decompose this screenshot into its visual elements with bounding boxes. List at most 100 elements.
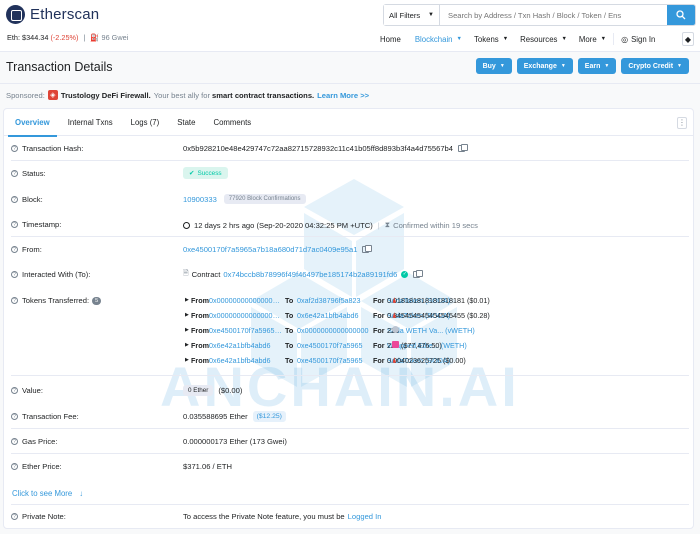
divider <box>0 83 700 84</box>
from-keyword: From <box>191 326 209 335</box>
buy-button[interactable]: Buy ▼ <box>475 58 512 74</box>
sponsored-label: Sponsored: <box>6 90 45 100</box>
transfer-to-link[interactable]: 0x6e42a1bfb4abd6 <box>297 311 369 320</box>
copy-icon[interactable] <box>458 143 468 152</box>
learn-more-link[interactable]: Learn More >> <box>317 91 369 100</box>
divider <box>11 504 689 505</box>
sponsored-banner: Sponsored: ◈ Trustology DeFi Firewall. Y… <box>6 90 369 100</box>
transfer-from-link[interactable]: 0x00000000000000000000000000000000000000… <box>209 296 283 305</box>
tab-bar: Overview Internal Txns Logs (7) State Co… <box>4 109 693 137</box>
tab-overview[interactable]: Overview <box>6 109 59 137</box>
copy-icon[interactable] <box>362 244 372 253</box>
interacted-row: ? Interacted With (To): <box>11 270 90 279</box>
help-icon[interactable]: ? <box>11 438 18 445</box>
nav-more[interactable]: More ▼ <box>579 35 606 44</box>
tokens-row: ? Tokens Transferred: 5 <box>11 296 102 305</box>
nav-blockchain[interactable]: Blockchain ▼ <box>415 35 462 44</box>
interacted-label: Interacted With (To): <box>22 270 91 279</box>
transfer-amount: 225 ($77,476.50) Wrapped Ethe... (WETH) <box>387 341 467 350</box>
click-to-see-more[interactable]: Click to see More ↓ <box>12 489 83 498</box>
filter-select[interactable]: All Filters ▼ <box>384 5 440 25</box>
copy-icon[interactable] <box>413 269 423 278</box>
timestamp-label: Timestamp: <box>22 220 62 229</box>
help-icon[interactable]: ? <box>11 297 18 304</box>
chevron-down-icon: ▼ <box>560 63 566 69</box>
divider <box>11 453 689 454</box>
help-icon[interactable]: ? <box>11 463 18 470</box>
transfer-to-link[interactable]: 0xaf2d38796f5a823 <box>297 296 369 305</box>
crypto-credit-button[interactable]: Crypto Credit ▼ <box>621 58 689 74</box>
to-keyword: To <box>285 311 294 320</box>
fee-usd: ($12.25) <box>252 411 286 422</box>
help-icon[interactable]: ? <box>11 387 18 394</box>
earn-button[interactable]: Earn ▼ <box>577 58 617 74</box>
tx-hash: 0x5b928210e48e429747c72aa82715728932c11c… <box>183 144 453 153</box>
ether-price-value: $371.06 / ETH <box>183 462 232 471</box>
status-row: ? Status: <box>11 169 46 178</box>
contract-prefix: Contract <box>191 270 221 279</box>
from-keyword: From <box>191 311 209 320</box>
for-keyword: For <box>373 326 385 335</box>
more-options-icon[interactable]: ⋮ <box>677 117 687 129</box>
block-label: Block: <box>22 195 43 204</box>
nav-home[interactable]: Home <box>380 35 401 44</box>
token-link[interactable]: Soda WETH Va... (vWETH) <box>387 326 475 335</box>
help-icon[interactable]: ? <box>11 196 18 203</box>
help-icon[interactable]: ? <box>11 413 18 420</box>
main-nav: Home Blockchain ▼ Tokens ▼ Resources ▼ More… <box>380 33 655 45</box>
user-icon: ◎ <box>621 34 629 44</box>
block-link[interactable]: 10900333 <box>183 195 217 204</box>
eth-price: $344.34 <box>22 33 49 42</box>
from-keyword: From <box>191 341 209 350</box>
divider <box>613 33 615 45</box>
value-value: 0 Ether ($0.00) <box>183 385 242 396</box>
gas-price-value: 0.000000173 Ether (173 Gwei) <box>183 437 287 446</box>
logo-text: Etherscan <box>30 6 100 23</box>
logged-in-link[interactable]: Logged In <box>348 512 382 521</box>
status-value: ✔ Success <box>183 167 228 179</box>
gas-price[interactable]: 96 Gwei <box>102 33 129 42</box>
chevron-down-icon: ▼ <box>428 12 434 18</box>
tab-logs[interactable]: Logs (7) <box>122 109 169 136</box>
help-icon[interactable]: ? <box>11 170 18 177</box>
nav-resources[interactable]: Resources ▼ <box>520 35 567 44</box>
help-icon[interactable]: ? <box>11 271 18 278</box>
logo[interactable]: Etherscan <box>6 5 99 24</box>
help-icon[interactable]: ? <box>11 246 18 253</box>
transfer-from-link[interactable]: 0x6e42a1bfb4abd6 <box>209 341 283 350</box>
caret-right-icon: ▶ <box>185 297 189 303</box>
transfer-from-link[interactable]: 0xe4500170f7a5965a7b18a680d71d7ac0409e95… <box>209 326 283 335</box>
help-icon[interactable]: ? <box>11 513 18 520</box>
divider <box>11 160 689 161</box>
value-ether: 0 Ether <box>183 385 214 396</box>
for-keyword: For <box>373 341 385 350</box>
transfer-to-link[interactable]: 0xe4500170f7a5965 <box>297 356 369 365</box>
transfer-to-link[interactable]: 0x0000000000000000 <box>297 326 369 335</box>
confirmed-within: Confirmed within 19 secs <box>393 220 478 230</box>
gas-icon: ⛽ <box>90 33 100 42</box>
contract-address-link[interactable]: 0x74bccb8b78996f49f46497be185174b2a89191… <box>223 270 397 279</box>
help-icon[interactable]: ? <box>11 145 18 152</box>
ethereum-network-icon[interactable]: ◆ <box>682 32 694 46</box>
tab-state[interactable]: State <box>168 109 204 136</box>
transfer-to-link[interactable]: 0xe4500170f7a5965 <box>297 341 369 350</box>
block-value: 10900333 77920 Block Confirmations <box>183 194 306 204</box>
chevron-down-icon: ▼ <box>600 36 607 42</box>
transfer-from-link[interactable]: 0x6e42a1bfb4abd6 <box>209 356 283 365</box>
tokens-label: Tokens Transferred: <box>22 296 90 305</box>
from-row: ? From: <box>11 245 42 254</box>
search-input[interactable] <box>440 5 667 25</box>
nav-tokens[interactable]: Tokens ▼ <box>474 35 508 44</box>
nav-sign-in[interactable]: ◎ Sign In <box>621 35 655 44</box>
weth-icon <box>392 341 399 348</box>
sponsor-text: Your best ally for <box>153 90 211 100</box>
tab-comments[interactable]: Comments <box>204 109 260 136</box>
verified-check-icon: ✓ <box>401 271 409 278</box>
tab-internal-txns[interactable]: Internal Txns <box>59 109 122 136</box>
help-icon[interactable]: ? <box>11 221 18 228</box>
transfer-from-link[interactable]: 0x00000000000000000000000000000000000000… <box>209 311 283 320</box>
exchange-button[interactable]: Exchange ▼ <box>516 58 573 74</box>
search-button[interactable] <box>667 5 695 25</box>
from-address-link[interactable]: 0xe4500170f7a5965a7b18a680d71d7ac0409e95… <box>183 245 357 254</box>
